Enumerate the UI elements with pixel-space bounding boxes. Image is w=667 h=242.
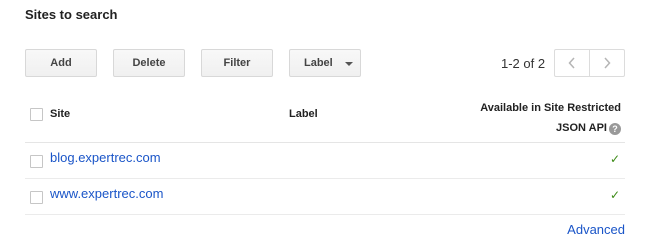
pagination-range: 1-2 of 2 <box>501 56 546 71</box>
delete-button[interactable]: Delete <box>113 49 185 77</box>
available-check-icon: ✓ <box>610 152 621 166</box>
chevron-right-icon <box>604 57 611 69</box>
column-header-available: Available in Site Restricted JSON API? <box>480 98 621 138</box>
add-button[interactable]: Add <box>25 49 97 77</box>
column-header-site[interactable]: Site <box>50 108 70 120</box>
page-title: Sites to search <box>25 7 118 22</box>
pagination-controls <box>554 49 625 77</box>
advanced-link[interactable]: Advanced <box>567 222 625 237</box>
site-link[interactable]: www.expertrec.com <box>50 186 163 201</box>
column-header-label[interactable]: Label <box>289 108 318 120</box>
next-page-button[interactable] <box>589 50 624 76</box>
row-checkbox[interactable] <box>30 155 43 168</box>
row-divider <box>25 214 625 215</box>
site-link[interactable]: blog.expertrec.com <box>50 150 161 165</box>
label-dropdown-text: Label <box>304 57 333 69</box>
column-header-available-line1: Available in Site Restricted <box>480 102 621 114</box>
select-all-checkbox[interactable] <box>30 108 43 121</box>
caret-down-icon <box>345 62 353 66</box>
label-dropdown-button[interactable]: Label <box>289 49 361 77</box>
header-divider <box>25 142 625 143</box>
help-icon[interactable]: ? <box>609 123 621 135</box>
available-check-icon: ✓ <box>610 188 621 202</box>
row-checkbox[interactable] <box>30 191 43 204</box>
filter-button[interactable]: Filter <box>201 49 273 77</box>
column-header-available-line2: JSON API <box>556 122 607 134</box>
row-divider <box>25 178 625 179</box>
previous-page-button[interactable] <box>555 50 589 76</box>
chevron-left-icon <box>568 57 575 69</box>
